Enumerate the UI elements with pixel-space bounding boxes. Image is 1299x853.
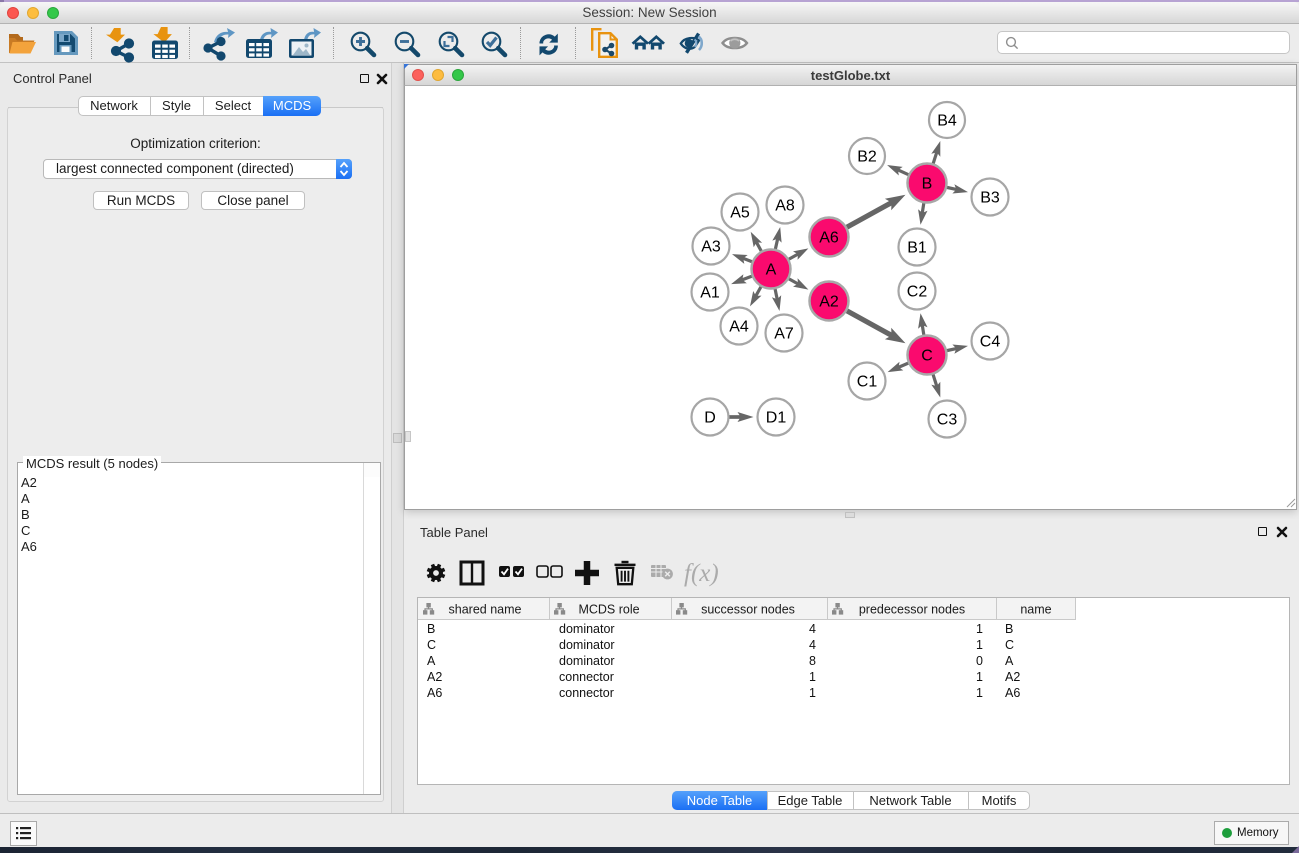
svg-text:A3: A3 bbox=[701, 239, 721, 256]
svg-text:1: 1 bbox=[809, 670, 816, 684]
svg-text:A8: A8 bbox=[775, 198, 795, 215]
svg-text:shared name: shared name bbox=[449, 603, 522, 617]
svg-text:B4: B4 bbox=[937, 113, 957, 130]
svg-text:C4: C4 bbox=[980, 334, 1001, 351]
svg-text:f(x): f(x) bbox=[684, 560, 719, 587]
svg-text:A6: A6 bbox=[819, 230, 839, 247]
svg-text:connector: connector bbox=[559, 670, 614, 684]
svg-text:A2: A2 bbox=[819, 294, 839, 311]
svg-text:C3: C3 bbox=[937, 412, 958, 429]
svg-text:0: 0 bbox=[976, 654, 983, 668]
svg-text:1: 1 bbox=[976, 686, 983, 700]
svg-text:B3: B3 bbox=[980, 190, 1000, 207]
svg-text:A1: A1 bbox=[700, 285, 720, 302]
svg-text:A: A bbox=[427, 654, 436, 668]
svg-text:4: 4 bbox=[809, 638, 816, 652]
svg-text:name: name bbox=[1020, 603, 1051, 617]
svg-text:A2: A2 bbox=[427, 670, 442, 684]
svg-text:predecessor nodes: predecessor nodes bbox=[859, 603, 965, 617]
svg-text:1: 1 bbox=[976, 638, 983, 652]
svg-text:A2: A2 bbox=[1005, 670, 1020, 684]
svg-text:MCDS role: MCDS role bbox=[578, 603, 639, 617]
svg-text:connector: connector bbox=[559, 686, 614, 700]
svg-text:dominator: dominator bbox=[559, 638, 615, 652]
svg-text:B: B bbox=[1005, 622, 1013, 636]
svg-text:D1: D1 bbox=[766, 410, 787, 427]
svg-text:A6: A6 bbox=[1005, 686, 1020, 700]
svg-text:successor nodes: successor nodes bbox=[701, 603, 795, 617]
svg-text:A5: A5 bbox=[730, 205, 750, 222]
svg-text:1: 1 bbox=[976, 670, 983, 684]
svg-text:A: A bbox=[766, 262, 777, 279]
svg-text:dominator: dominator bbox=[559, 622, 615, 636]
svg-text:D: D bbox=[704, 410, 716, 427]
svg-text:C1: C1 bbox=[857, 374, 878, 391]
svg-text:B: B bbox=[922, 176, 933, 193]
svg-text:C2: C2 bbox=[907, 284, 928, 301]
svg-text:A6: A6 bbox=[427, 686, 442, 700]
svg-text:B: B bbox=[427, 622, 435, 636]
svg-text:8: 8 bbox=[809, 654, 816, 668]
svg-text:B2: B2 bbox=[857, 149, 877, 166]
svg-text:C: C bbox=[427, 638, 436, 652]
svg-text:C: C bbox=[1005, 638, 1014, 652]
svg-text:A4: A4 bbox=[729, 319, 749, 336]
svg-text:A7: A7 bbox=[774, 326, 794, 343]
svg-text:4: 4 bbox=[809, 622, 816, 636]
svg-text:1: 1 bbox=[976, 622, 983, 636]
svg-text:C: C bbox=[921, 348, 933, 365]
svg-text:B1: B1 bbox=[907, 240, 927, 257]
svg-text:1: 1 bbox=[809, 686, 816, 700]
svg-text:dominator: dominator bbox=[559, 654, 615, 668]
svg-text:A: A bbox=[1005, 654, 1014, 668]
